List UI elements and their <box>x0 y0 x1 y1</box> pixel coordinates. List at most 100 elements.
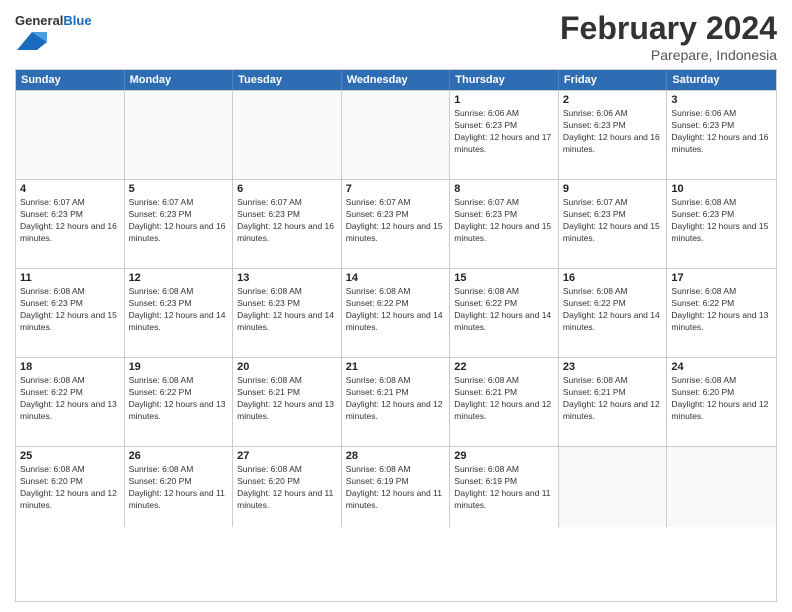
weekday-header: Wednesday <box>342 70 451 90</box>
weekday-header: Tuesday <box>233 70 342 90</box>
day-info: Sunrise: 6:08 AMSunset: 6:22 PMDaylight:… <box>671 286 772 334</box>
logo: GeneralBlue <box>15 14 92 58</box>
calendar-cell: 4 Sunrise: 6:07 AMSunset: 6:23 PMDaylight… <box>16 180 125 268</box>
day-number: 23 <box>563 361 663 373</box>
day-info: Sunrise: 6:08 AMSunset: 6:21 PMDaylight:… <box>454 375 554 423</box>
page: GeneralBlue February 2024 Parepare, Indo… <box>0 0 792 612</box>
calendar-cell: 18 Sunrise: 6:08 AMSunset: 6:22 PMDayligh… <box>16 358 125 446</box>
day-info: Sunrise: 6:07 AMSunset: 6:23 PMDaylight:… <box>129 197 229 245</box>
calendar-cell: 10 Sunrise: 6:08 AMSunset: 6:23 PMDayligh… <box>667 180 776 268</box>
day-info: Sunrise: 6:08 AMSunset: 6:21 PMDaylight:… <box>237 375 337 423</box>
day-number: 24 <box>671 361 772 373</box>
weekday-header: Thursday <box>450 70 559 90</box>
day-info: Sunrise: 6:08 AMSunset: 6:23 PMDaylight:… <box>237 286 337 334</box>
calendar-cell: 20Sunrise: 6:08 AMSunset: 6:21 PMDayligh… <box>233 358 342 446</box>
calendar-cell: 25 Sunrise: 6:08 AMSunset: 6:20 PMDayligh… <box>16 447 125 527</box>
calendar-cell: 21Sunrise: 6:08 AMSunset: 6:21 PMDayligh… <box>342 358 451 446</box>
calendar-cell <box>233 91 342 179</box>
calendar-cell: 28 Sunrise: 6:08 AMSunset: 6:19 PMDayligh… <box>342 447 451 527</box>
weekday-header: Monday <box>125 70 234 90</box>
day-info: Sunrise: 6:08 AMSunset: 6:23 PMDaylight:… <box>671 197 772 245</box>
calendar-row: 1Sunrise: 6:06 AMSunset: 6:23 PMDaylight… <box>16 90 776 179</box>
calendar-cell: 3Sunrise: 6:06 AMSunset: 6:23 PMDaylight… <box>667 91 776 179</box>
day-number: 15 <box>454 272 554 284</box>
calendar-cell <box>342 91 451 179</box>
calendar-row: 18 Sunrise: 6:08 AMSunset: 6:22 PMDayligh… <box>16 357 776 446</box>
calendar-cell: 24 Sunrise: 6:08 AMSunset: 6:20 PMDayligh… <box>667 358 776 446</box>
calendar-cell: 5 Sunrise: 6:07 AMSunset: 6:23 PMDaylight… <box>125 180 234 268</box>
calendar-cell: 8Sunrise: 6:07 AMSunset: 6:23 PMDaylight… <box>450 180 559 268</box>
day-number: 10 <box>671 183 772 195</box>
logo-general: General <box>15 13 63 28</box>
day-info: Sunrise: 6:06 AMSunset: 6:23 PMDaylight:… <box>454 108 554 156</box>
calendar-cell: 23 Sunrise: 6:08 AMSunset: 6:21 PMDayligh… <box>559 358 668 446</box>
day-number: 17 <box>671 272 772 284</box>
logo-blue: Blue <box>63 13 91 28</box>
day-number: 13 <box>237 272 337 284</box>
calendar-cell: 22 Sunrise: 6:08 AMSunset: 6:21 PMDayligh… <box>450 358 559 446</box>
day-info: Sunrise: 6:07 AMSunset: 6:23 PMDaylight:… <box>563 197 663 245</box>
calendar-cell <box>125 91 234 179</box>
day-number: 21 <box>346 361 446 373</box>
day-info: Sunrise: 6:08 AMSunset: 6:23 PMDaylight:… <box>20 286 120 334</box>
day-number: 27 <box>237 450 337 462</box>
calendar-cell: 6Sunrise: 6:07 AMSunset: 6:23 PMDaylight… <box>233 180 342 268</box>
calendar-cell: 9 Sunrise: 6:07 AMSunset: 6:23 PMDaylight… <box>559 180 668 268</box>
day-info: Sunrise: 6:08 AMSunset: 6:22 PMDaylight:… <box>454 286 554 334</box>
calendar-cell: 17 Sunrise: 6:08 AMSunset: 6:22 PMDayligh… <box>667 269 776 357</box>
day-info: Sunrise: 6:06 AMSunset: 6:23 PMDaylight:… <box>563 108 663 156</box>
day-number: 12 <box>129 272 229 284</box>
day-info: Sunrise: 6:08 AMSunset: 6:20 PMDaylight:… <box>237 464 337 512</box>
day-info: Sunrise: 6:08 AMSunset: 6:19 PMDaylight:… <box>454 464 554 512</box>
day-info: Sunrise: 6:08 AMSunset: 6:23 PMDaylight:… <box>129 286 229 334</box>
calendar-cell: 15 Sunrise: 6:08 AMSunset: 6:22 PMDayligh… <box>450 269 559 357</box>
day-number: 18 <box>20 361 120 373</box>
day-number: 29 <box>454 450 554 462</box>
calendar-body: 1Sunrise: 6:06 AMSunset: 6:23 PMDaylight… <box>16 90 776 527</box>
day-number: 4 <box>20 183 120 195</box>
calendar-cell: 27 Sunrise: 6:08 AMSunset: 6:20 PMDayligh… <box>233 447 342 527</box>
calendar-cell: 14 Sunrise: 6:08 AMSunset: 6:22 PMDayligh… <box>342 269 451 357</box>
day-info: Sunrise: 6:08 AMSunset: 6:20 PMDaylight:… <box>671 375 772 423</box>
calendar-cell <box>16 91 125 179</box>
calendar-cell: 2Sunrise: 6:06 AMSunset: 6:23 PMDaylight… <box>559 91 668 179</box>
day-number: 19 <box>129 361 229 373</box>
calendar-cell <box>667 447 776 527</box>
calendar-cell: 16 Sunrise: 6:08 AMSunset: 6:22 PMDayligh… <box>559 269 668 357</box>
day-number: 9 <box>563 183 663 195</box>
day-info: Sunrise: 6:07 AMSunset: 6:23 PMDaylight:… <box>346 197 446 245</box>
title-section: February 2024 Parepare, Indonesia <box>560 10 777 63</box>
calendar-cell: 11Sunrise: 6:08 AMSunset: 6:23 PMDayligh… <box>16 269 125 357</box>
calendar-cell: 29 Sunrise: 6:08 AMSunset: 6:19 PMDayligh… <box>450 447 559 527</box>
day-info: Sunrise: 6:08 AMSunset: 6:22 PMDaylight:… <box>346 286 446 334</box>
day-number: 6 <box>237 183 337 195</box>
day-number: 8 <box>454 183 554 195</box>
day-number: 28 <box>346 450 446 462</box>
weekday-header: Friday <box>559 70 668 90</box>
logo-icon <box>17 29 47 53</box>
day-info: Sunrise: 6:07 AMSunset: 6:23 PMDaylight:… <box>20 197 120 245</box>
day-number: 16 <box>563 272 663 284</box>
calendar-cell: 26Sunrise: 6:08 AMSunset: 6:20 PMDayligh… <box>125 447 234 527</box>
day-number: 25 <box>20 450 120 462</box>
day-number: 22 <box>454 361 554 373</box>
location: Parepare, Indonesia <box>560 47 777 63</box>
day-number: 5 <box>129 183 229 195</box>
calendar-cell: 12 Sunrise: 6:08 AMSunset: 6:23 PMDayligh… <box>125 269 234 357</box>
calendar-row: 25 Sunrise: 6:08 AMSunset: 6:20 PMDayligh… <box>16 446 776 527</box>
calendar-cell: 7 Sunrise: 6:07 AMSunset: 6:23 PMDaylight… <box>342 180 451 268</box>
header: GeneralBlue February 2024 Parepare, Indo… <box>15 10 777 63</box>
weekday-header: Saturday <box>667 70 776 90</box>
day-number: 7 <box>346 183 446 195</box>
day-info: Sunrise: 6:08 AMSunset: 6:19 PMDaylight:… <box>346 464 446 512</box>
day-info: Sunrise: 6:08 AMSunset: 6:21 PMDaylight:… <box>563 375 663 423</box>
day-number: 14 <box>346 272 446 284</box>
day-info: Sunrise: 6:08 AMSunset: 6:22 PMDaylight:… <box>129 375 229 423</box>
day-info: Sunrise: 6:08 AMSunset: 6:20 PMDaylight:… <box>20 464 120 512</box>
calendar-cell: 1Sunrise: 6:06 AMSunset: 6:23 PMDaylight… <box>450 91 559 179</box>
day-info: Sunrise: 6:08 AMSunset: 6:22 PMDaylight:… <box>563 286 663 334</box>
calendar-row: 4 Sunrise: 6:07 AMSunset: 6:23 PMDaylight… <box>16 179 776 268</box>
day-info: Sunrise: 6:08 AMSunset: 6:22 PMDaylight:… <box>20 375 120 423</box>
day-number: 3 <box>671 94 772 106</box>
calendar-row: 11Sunrise: 6:08 AMSunset: 6:23 PMDayligh… <box>16 268 776 357</box>
